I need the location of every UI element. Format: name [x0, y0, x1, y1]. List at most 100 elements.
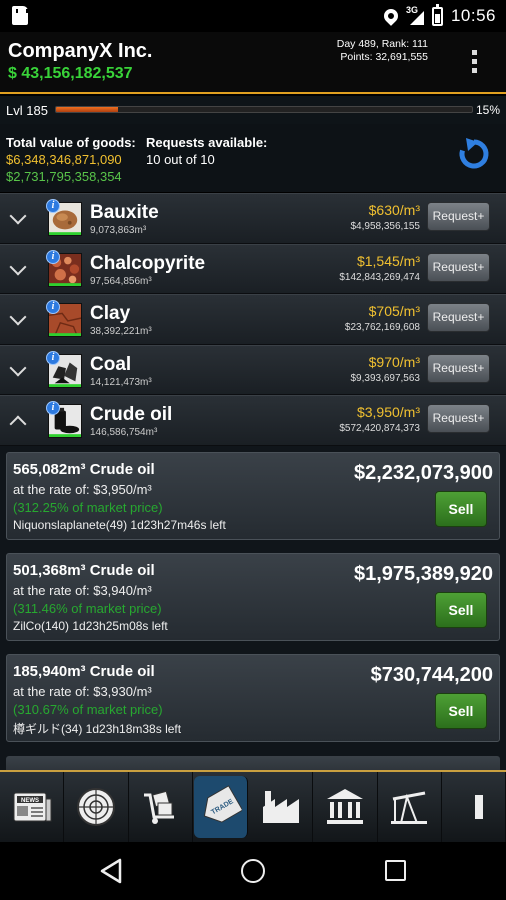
- request-button[interactable]: Request+: [427, 404, 490, 433]
- commodity-row-clay[interactable]: i Clay 38,392,221m³ $705/m³ $23,762,169,…: [0, 294, 506, 345]
- more-icon: [475, 795, 484, 819]
- system-nav-bar: [0, 842, 506, 900]
- commodity-name: Crude oil: [90, 404, 173, 425]
- commodity-name: Coal: [90, 353, 132, 375]
- offer-title: 565,082m³ Crude oil: [13, 461, 155, 478]
- chevron-down-icon[interactable]: [9, 258, 27, 275]
- oil-pump-icon: [391, 791, 428, 824]
- tab-delivery[interactable]: [129, 772, 193, 842]
- recent-apps-icon[interactable]: [385, 860, 406, 881]
- commodity-name: Clay: [90, 303, 131, 324]
- offer-card: 185,940m³ Crude oil at the rate of: $3,9…: [6, 654, 500, 742]
- tab-news[interactable]: NEWS: [0, 772, 65, 842]
- back-icon[interactable]: [100, 858, 122, 884]
- request-button[interactable]: Request+: [427, 202, 490, 231]
- news-icon: NEWS: [13, 792, 52, 822]
- home-icon[interactable]: [241, 859, 265, 883]
- request-button[interactable]: Request+: [427, 303, 490, 332]
- offer-seller: Niquonslaplanete(49) 1d23h27m46s left: [13, 518, 226, 532]
- commodity-name: Bauxite: [90, 202, 159, 223]
- sell-button[interactable]: Sell: [435, 693, 487, 729]
- total-value-gold: $6,348,346,871,090: [6, 152, 122, 167]
- offer-total: $2,232,073,900: [353, 462, 493, 484]
- goods-summary: Total value of goods: $6,348,346,871,090…: [0, 124, 506, 192]
- offer-seller: ZilCo(140) 1d23h25m08s left: [13, 619, 168, 633]
- refresh-icon[interactable]: [456, 136, 492, 172]
- request-button[interactable]: Request+: [427, 252, 490, 282]
- commodity-quantity: 97,564,856m³: [90, 275, 152, 287]
- commodity-quantity: 38,392,221m³: [90, 326, 152, 337]
- signal-icon: 3G: [406, 5, 424, 25]
- battery-icon: [431, 3, 443, 26]
- offer-seller: 樽ギルド(34) 1d23h18m38s left: [13, 722, 182, 736]
- level-progress-fill: [56, 107, 119, 112]
- requests-value: 10 out of 10: [146, 152, 215, 167]
- commodity-price: $705/m³: [368, 303, 420, 319]
- offer-total: $730,744,200: [370, 664, 493, 686]
- commodity-row-chalcopyrite[interactable]: i Chalcopyrite 97,564,856m³ $1,545/m³ $1…: [0, 243, 506, 294]
- commodity-value: $9,393,697,563: [350, 372, 420, 384]
- commodity-price: $1,545/m³: [356, 252, 420, 269]
- info-icon[interactable]: i: [46, 401, 60, 415]
- location-icon: [381, 6, 401, 26]
- tab-radar[interactable]: [64, 772, 129, 842]
- commodity-quantity: 146,586,754m³: [90, 427, 158, 438]
- factory-icon: [262, 791, 299, 823]
- chevron-down-icon[interactable]: [9, 359, 27, 376]
- tab-factory[interactable]: [249, 772, 314, 842]
- info-icon[interactable]: i: [46, 249, 60, 264]
- radar-icon: [76, 788, 115, 826]
- status-bar: 3G 10:56: [0, 0, 506, 32]
- crude-oil-offers: 565,082m³ Crude oil at the rate of: $3,9…: [0, 446, 506, 770]
- commodity-row-bauxite[interactable]: i Bauxite 9,073,863m³ $630/m³ $4,958,356…: [0, 193, 506, 244]
- offer-market-pct: (310.67% of market price): [13, 702, 163, 717]
- offer-market-pct: (312.25% of market price): [13, 500, 163, 515]
- level-bar: Lvl 185 15%: [0, 96, 506, 124]
- commodity-name: Chalcopyrite: [90, 252, 206, 274]
- commodity-price: $3,950/m³: [356, 404, 420, 420]
- offer-title: 185,940m³ Crude oil: [13, 663, 155, 680]
- requests-label: Requests available:: [146, 135, 268, 150]
- bottom-toolbar: NEWS TRADE: [0, 770, 506, 842]
- commodity-value: $572,420,874,373: [339, 423, 420, 434]
- points: Points: 32,691,555: [340, 51, 428, 63]
- tab-trade[interactable]: TRADE: [193, 776, 249, 838]
- offer-title: 501,368m³ Crude oil: [13, 562, 155, 579]
- level-progress-track: [55, 106, 473, 113]
- offer-card: 501,368m³ Crude oil at the rate of: $3,9…: [6, 553, 500, 641]
- commodity-row-coal[interactable]: i Coal 14,121,473m³ $970/m³ $9,393,697,5…: [0, 344, 506, 395]
- level-label: Lvl 185: [6, 103, 48, 118]
- cash-balance: $ 43,156,182,537: [8, 65, 133, 82]
- company-name: CompanyX Inc.: [8, 40, 153, 62]
- sell-button[interactable]: Sell: [435, 592, 487, 628]
- info-icon[interactable]: i: [46, 199, 60, 213]
- day-rank: Day 489, Rank: 111: [336, 38, 428, 50]
- commodity-row-crude-oil[interactable]: i Crude oil 146,586,754m³ $3,950/m³ $572…: [0, 395, 506, 446]
- sd-card-icon: [12, 6, 28, 25]
- app-header: CompanyX Inc. $ 43,156,182,537 Day 489, …: [0, 32, 506, 94]
- tab-more[interactable]: [442, 772, 506, 842]
- delivery-icon: [144, 790, 175, 824]
- offer-rate: at the rate of: $3,940/m³: [13, 583, 152, 598]
- trade-tag-icon: TRADE: [204, 785, 243, 823]
- commodity-price: $970/m³: [368, 353, 420, 370]
- tab-oil-pump[interactable]: [378, 772, 442, 842]
- overflow-menu-icon[interactable]: [470, 50, 478, 78]
- clock: 10:56: [450, 6, 496, 25]
- request-button[interactable]: Request+: [427, 353, 490, 383]
- info-icon[interactable]: i: [46, 300, 60, 314]
- total-value-label: Total value of goods:: [6, 135, 136, 150]
- info-icon[interactable]: i: [46, 350, 60, 365]
- bank-icon: [326, 789, 363, 824]
- offer-total: $1,975,389,920: [353, 563, 493, 585]
- chevron-up-icon[interactable]: [9, 415, 27, 433]
- commodity-quantity: 14,121,473m³: [90, 376, 152, 388]
- chevron-down-icon[interactable]: [9, 308, 27, 326]
- tab-bank[interactable]: [313, 772, 378, 842]
- commodity-list: i Bauxite 9,073,863m³ $630/m³ $4,958,356…: [0, 193, 506, 446]
- total-value-green: $2,731,795,358,354: [6, 169, 122, 184]
- chevron-down-icon[interactable]: [9, 207, 27, 225]
- sell-button[interactable]: Sell: [435, 491, 487, 527]
- commodity-value: $4,958,356,155: [350, 221, 420, 232]
- commodity-value: $142,843,269,474: [339, 271, 420, 283]
